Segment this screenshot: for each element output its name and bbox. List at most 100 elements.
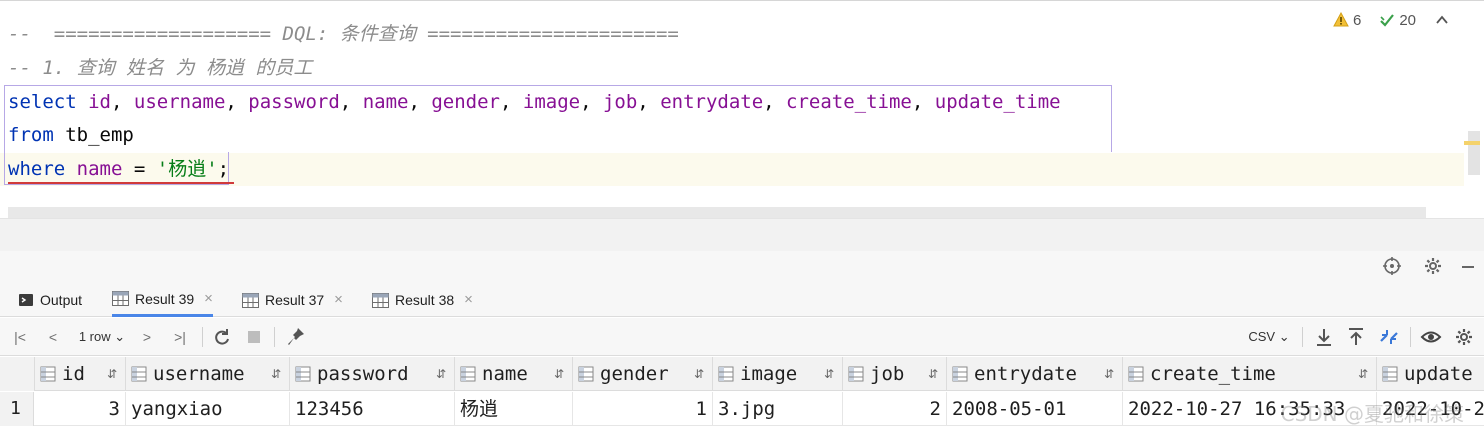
download-icon[interactable] <box>1314 326 1334 348</box>
upload-icon[interactable] <box>1346 326 1366 348</box>
tab-result-38[interactable]: Result 38 × <box>372 283 473 317</box>
cell-password[interactable]: 123456 <box>290 392 455 426</box>
sql-editor[interactable]: -- =================== DQL: 条件查询 =======… <box>0 0 1484 219</box>
cell-gender[interactable]: 1 <box>573 392 713 426</box>
column-icon <box>1382 366 1398 382</box>
column-name: name <box>362 91 409 113</box>
column-header-name[interactable]: name ⇵ <box>455 357 573 391</box>
cell-image[interactable]: 3.jpg <box>713 392 843 426</box>
crosshair-icon[interactable] <box>1382 256 1402 276</box>
chevron-up-icon[interactable] <box>1434 12 1450 28</box>
warning-icon <box>1333 12 1349 27</box>
row-number[interactable]: 1 <box>0 392 34 426</box>
column-header-update-time[interactable]: update <box>1377 357 1484 391</box>
last-page-button[interactable]: >| <box>170 326 190 348</box>
sort-icon[interactable]: ⇵ <box>928 357 938 391</box>
table-row[interactable]: 1 3 yangxiao 123456 杨逍 1 3.jpg 2 2008-05… <box>0 392 1484 426</box>
pin-icon[interactable] <box>286 326 306 348</box>
refresh-icon[interactable] <box>212 326 232 348</box>
ok-count: 20 <box>1399 11 1416 29</box>
eye-icon[interactable] <box>1420 326 1442 348</box>
format-dropdown[interactable]: CSV ⌄ <box>1246 326 1292 348</box>
sort-icon[interactable]: ⇵ <box>1104 357 1114 391</box>
services-panel-header <box>0 251 1484 283</box>
sort-icon[interactable]: ⇵ <box>694 357 704 391</box>
next-page-button[interactable]: > <box>138 326 156 348</box>
cell-name[interactable]: 杨逍 <box>455 392 573 426</box>
row-number-header <box>0 357 35 391</box>
typo-check-icon <box>1380 14 1395 27</box>
grid-header: id ⇵ username ⇵ password ⇵ name ⇵ gender ⇵ im… <box>0 357 1484 391</box>
console-icon <box>19 294 33 306</box>
column-password: password <box>248 91 340 113</box>
cell-job[interactable]: 2 <box>843 392 947 426</box>
column-header-create-time[interactable]: create_time ⇵ <box>1123 357 1377 391</box>
first-page-button[interactable]: |< <box>10 326 30 348</box>
chevron-down-icon: ⌄ <box>1278 329 1290 344</box>
cell-entrydate[interactable]: 2008-05-01 <box>947 392 1123 426</box>
tab-output[interactable]: Output <box>18 283 82 317</box>
minimize-icon[interactable] <box>1458 256 1478 276</box>
result-tabs: Output Result 39 × Result 37 × Result 38… <box>0 283 1484 317</box>
cell-username[interactable]: yangxiao <box>126 392 290 426</box>
sort-icon[interactable]: ⇵ <box>1358 357 1368 391</box>
comment-line-query: -- 1. 查询 姓名 为 杨逍 的员工 <box>8 57 313 79</box>
column-header-password[interactable]: password ⇵ <box>290 357 455 391</box>
sort-icon[interactable]: ⇵ <box>436 357 446 391</box>
close-icon[interactable]: × <box>334 283 343 317</box>
column-header-id[interactable]: id ⇵ <box>35 357 126 391</box>
panel-splitter[interactable] <box>0 218 1484 251</box>
sort-icon[interactable]: ⇵ <box>824 357 834 391</box>
column-header-gender[interactable]: gender ⇵ <box>573 357 713 391</box>
close-icon[interactable]: × <box>204 282 213 316</box>
toolbar-separator <box>1302 327 1303 347</box>
column-icon <box>952 366 968 382</box>
chevron-down-icon: ⌄ <box>114 329 126 344</box>
semicolon: ; <box>217 158 230 180</box>
compare-icon[interactable] <box>1378 326 1400 348</box>
table-icon <box>242 292 259 308</box>
table-icon <box>112 291 129 306</box>
column-icon <box>1128 366 1144 382</box>
column-header-username[interactable]: username ⇵ <box>126 357 290 391</box>
column-header-image[interactable]: image ⇵ <box>713 357 843 391</box>
sort-icon[interactable]: ⇵ <box>271 357 281 391</box>
column-username: username <box>133 91 226 113</box>
cell-create-time[interactable]: 2022-10-27 16:35:33 <box>1123 392 1377 426</box>
column-icon <box>718 366 734 382</box>
column-id: id <box>88 91 111 113</box>
column-icon <box>131 366 147 382</box>
toolbar-separator <box>1410 327 1411 347</box>
column-header-job[interactable]: job ⇵ <box>843 357 947 391</box>
inspection-widget[interactable]: 6 20 <box>1333 10 1450 30</box>
toolbar-separator <box>202 327 203 347</box>
from-keyword: from <box>8 124 54 146</box>
column-image: image <box>522 91 581 113</box>
column-icon <box>578 366 594 382</box>
close-icon[interactable]: × <box>464 283 473 317</box>
scrollbar-warning-mark <box>1464 141 1480 145</box>
cell-id[interactable]: 3 <box>35 392 126 426</box>
column-update-time: update_time <box>934 91 1061 113</box>
comment-line-section: -- =================== DQL: 条件查询 =======… <box>8 23 679 45</box>
tab-result-39[interactable]: Result 39 × <box>112 283 213 317</box>
select-keyword: select <box>8 91 77 113</box>
column-entrydate: entrydate <box>660 91 764 113</box>
sort-icon[interactable]: ⇵ <box>554 357 564 391</box>
prev-page-button[interactable]: < <box>44 326 62 348</box>
row-count-dropdown[interactable]: 1 row ⌄ <box>76 326 128 348</box>
stop-icon[interactable] <box>244 326 264 348</box>
from-line: from tb_emp <box>8 119 134 152</box>
gear-icon[interactable] <box>1423 256 1443 276</box>
cell-update-time[interactable]: 2022-10-2 <box>1377 392 1484 426</box>
table-icon <box>372 292 389 308</box>
gear-icon[interactable] <box>1454 326 1474 348</box>
sort-icon[interactable]: ⇵ <box>107 357 117 391</box>
tab-result-37[interactable]: Result 37 × <box>242 283 343 317</box>
column-create-time: create_time <box>786 91 912 113</box>
table-name: tb_emp <box>65 124 134 146</box>
select-line: select id, username, password, name, gen… <box>8 91 1061 113</box>
result-toolbar: |< < 1 row ⌄ > >| CSV ⌄ <box>0 318 1484 356</box>
column-header-entrydate[interactable]: entrydate ⇵ <box>947 357 1123 391</box>
vertical-scrollbar[interactable] <box>1468 131 1480 175</box>
